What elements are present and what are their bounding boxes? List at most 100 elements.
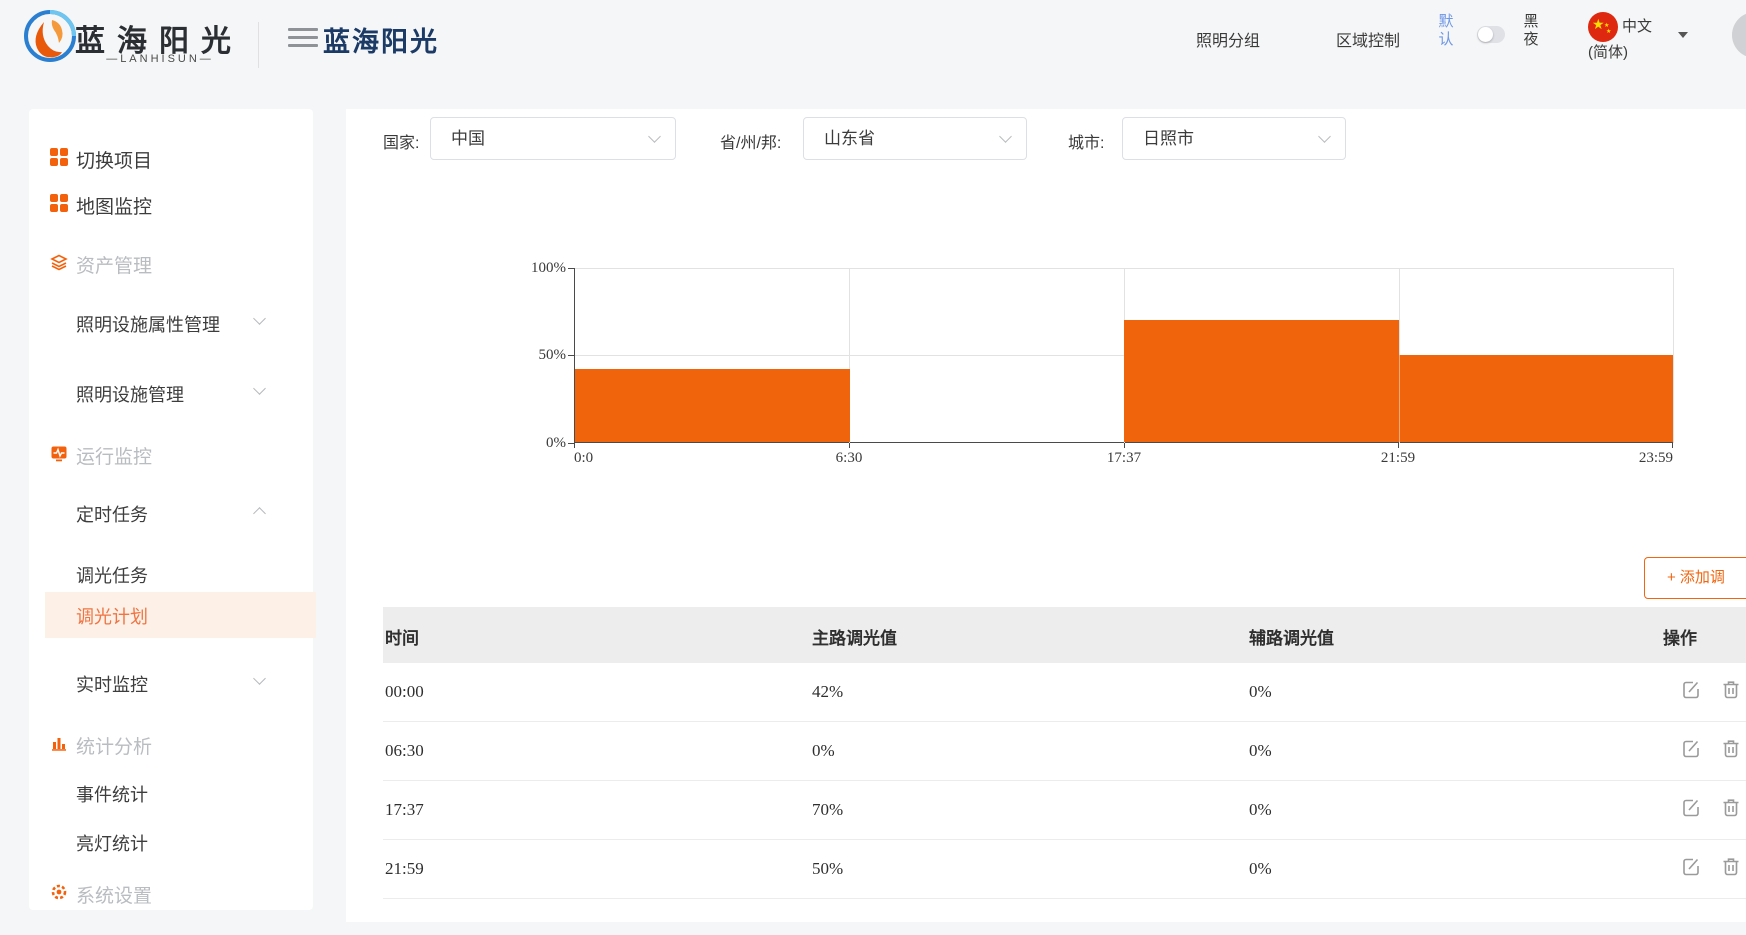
sidebar-item-realtime-monitor[interactable]: 实时监控 [29,668,313,698]
page-title: 蓝海阳光 [323,20,439,59]
header-divider [258,22,259,68]
edit-icon[interactable] [1680,738,1702,760]
cell-main-dim: 70% [812,800,843,820]
chevron-down-icon [1318,130,1331,143]
chart-bar-segment-4[interactable] [1399,355,1674,442]
edit-icon[interactable] [1680,856,1702,878]
grid-icon [50,148,68,166]
grid-icon [50,194,68,212]
sidebar-section-asset-management[interactable]: 资产管理 [29,248,313,278]
gridline-v [1673,268,1674,443]
sidebar-item-map-monitor[interactable]: 地图监控 [29,189,313,219]
y-axis-label-50: 50% [506,347,566,364]
chevron-down-icon [999,130,1012,143]
delete-icon[interactable] [1720,738,1742,760]
province-select[interactable]: 山东省 [803,117,1027,160]
col-header-main-dim: 主路调光值 [812,624,897,649]
avatar[interactable] [1732,12,1746,58]
chevron-down-icon [253,382,266,395]
table-header: 时间 主路调光值 辅路调光值 操作 [383,607,1746,663]
cell-aux-dim: 0% [1249,800,1272,820]
chevron-up-icon [253,507,266,520]
brand-subtitle: —LANHISUN— [75,53,245,65]
sidebar-item-light-stats[interactable]: 亮灯统计 [29,827,313,857]
china-flag-icon: ★★★ [1588,12,1618,42]
sidebar-section-operation-monitor[interactable]: 运行监控 [29,439,313,469]
add-dimming-plan-button[interactable]: + 添加调 [1644,557,1746,599]
sidebar-item-switch-project[interactable]: 切换项目 [29,143,313,173]
x-axis-label: 21:59 [1381,450,1415,467]
x-tick [1124,443,1125,448]
dimming-schedule-chart [574,268,1673,443]
cell-time: 21:59 [385,859,424,879]
cell-aux-dim: 0% [1249,859,1272,879]
edit-icon[interactable] [1680,679,1702,701]
cell-main-dim: 42% [812,682,843,702]
x-tick [1672,443,1673,448]
brand-logo-icon [22,8,78,64]
col-header-actions: 操作 [1663,624,1697,649]
province-label: 省/州/邦: [720,129,781,153]
main-content: 国家: 中国 省/州/邦: 山东省 城市: 日照市 100% 50% 0% 0:… [346,109,1746,922]
chevron-down-icon [253,312,266,325]
province-value: 山东省 [824,129,875,148]
col-header-aux-dim: 辅路调光值 [1249,624,1334,649]
cell-main-dim: 0% [812,741,835,761]
sidebar-item-lighting-facility[interactable]: 照明设施管理 [29,378,313,408]
chevron-down-icon [648,130,661,143]
toggle-knob [1478,27,1493,42]
monitor-wave-icon [50,444,68,462]
x-tick [574,443,575,448]
country-value: 中国 [451,129,485,148]
cell-aux-dim: 0% [1249,682,1272,702]
app-header: 蓝海阳光 —LANHISUN— 蓝海阳光 照明分组 区域控制 默认 黑夜 ★★★… [0,0,1746,95]
sidebar-section-system-settings[interactable]: 系统设置 [29,878,313,908]
city-label: 城市: [1068,129,1104,153]
table-row: 17:37 70% 0% [383,781,1746,840]
x-tick [1398,443,1399,448]
theme-toggle[interactable] [1477,26,1505,43]
delete-icon[interactable] [1720,797,1742,819]
caret-down-icon[interactable] [1678,32,1688,38]
menu-area-control[interactable]: 区域控制 [1336,27,1400,51]
table-row: 21:59 50% 0% [383,840,1746,899]
col-header-time: 时间 [385,624,419,649]
table-row: 06:30 0% 0% [383,722,1746,781]
x-axis-label: 6:30 [836,450,863,467]
chart-bar-segment-3[interactable] [1124,320,1399,442]
sidebar-item-dimming-task[interactable]: 调光任务 [29,559,313,589]
x-tick [849,443,850,448]
sidebar-item-dimming-plan[interactable]: 调光计划 [29,600,313,630]
chart-bar-segment-1[interactable] [575,369,850,442]
table-row: 00:00 42% 0% [383,663,1746,722]
menu-lighting-group[interactable]: 照明分组 [1196,27,1260,51]
cell-main-dim: 50% [812,859,843,879]
sidebar: 切换项目 地图监控 资产管理 照明设施属性管理 照明设施管理 运行监控 定时任务… [29,109,313,910]
sidebar-item-event-stats[interactable]: 事件统计 [29,778,313,808]
x-axis-label: 23:59 [1639,450,1673,467]
edit-icon[interactable] [1680,797,1702,819]
y-axis-label-100: 100% [506,260,566,277]
sidebar-item-timed-task[interactable]: 定时任务 [29,498,313,528]
city-select[interactable]: 日照市 [1122,117,1346,160]
chevron-down-icon [253,672,266,685]
delete-icon[interactable] [1720,679,1742,701]
sidebar-item-lighting-facility-attr[interactable]: 照明设施属性管理 [29,308,313,338]
menu-collapse-icon[interactable] [288,28,318,52]
x-axis-label: 17:37 [1107,450,1141,467]
language-selector[interactable]: ★★★中文(简体) [1588,12,1666,63]
cell-time: 17:37 [385,800,424,820]
theme-night-label: 黑夜 [1522,13,1540,49]
sidebar-section-statistics[interactable]: 统计分析 [29,729,313,759]
bar-chart-icon [50,734,68,752]
x-axis-label: 0:0 [574,450,593,467]
country-select[interactable]: 中国 [430,117,676,160]
cell-aux-dim: 0% [1249,741,1272,761]
country-label: 国家: [383,129,419,153]
cell-time: 00:00 [385,682,424,702]
delete-icon[interactable] [1720,856,1742,878]
city-value: 日照市 [1143,129,1194,148]
theme-default-label: 默认 [1437,13,1455,49]
gear-icon [50,883,68,901]
layers-icon [50,253,68,271]
